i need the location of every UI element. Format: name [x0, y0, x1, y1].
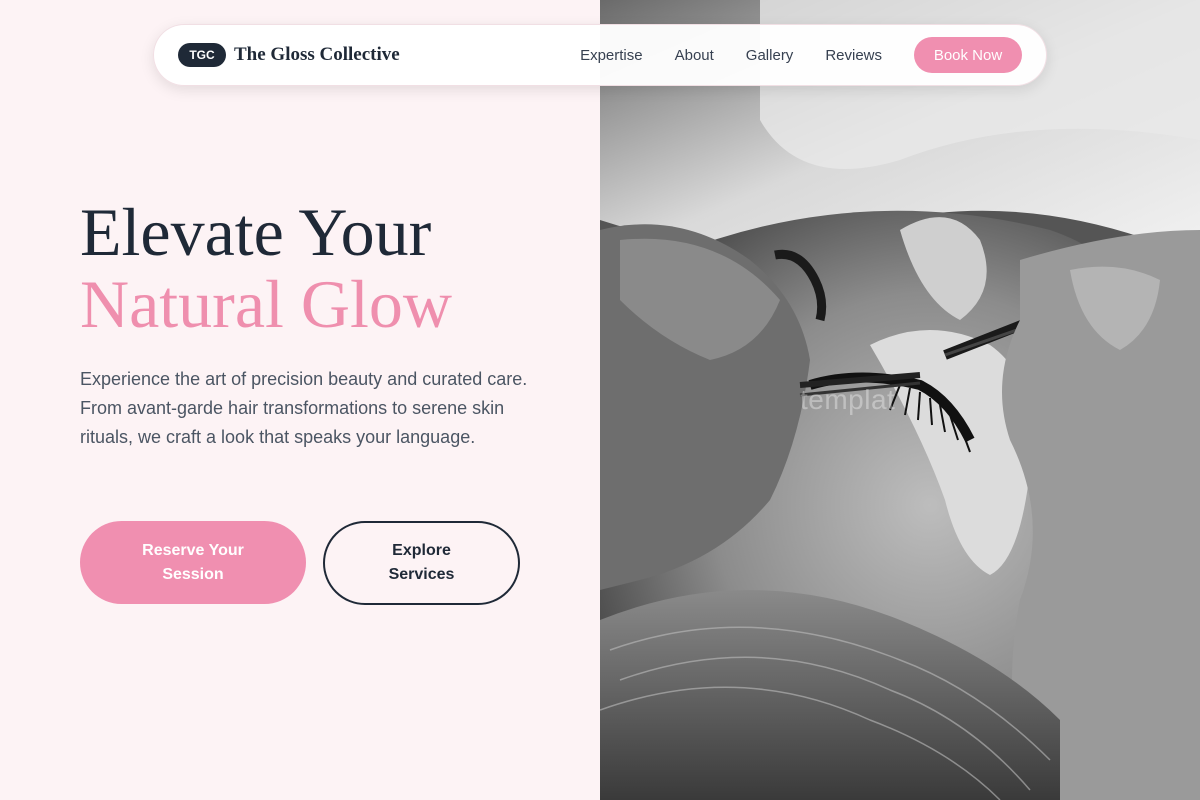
hero-heading-line-1: Elevate Your — [80, 194, 432, 270]
image-watermark: templat — [800, 384, 896, 415]
logo-badge: TGC — [178, 43, 226, 67]
explore-services-button[interactable]: Explore Services — [323, 521, 520, 605]
hero-image — [600, 0, 1200, 800]
hero-description: Experience the art of precision beauty a… — [80, 369, 528, 447]
top-navigation-bar: TGC The Gloss Collective Expertise About… — [153, 24, 1047, 86]
hero-heading-line-2: Natural Glow — [80, 266, 453, 342]
brand-name: The Gloss Collective — [234, 44, 400, 65]
book-now-button[interactable]: Book Now — [914, 37, 1022, 73]
nav-link-about[interactable]: About — [675, 47, 714, 64]
nav-links: Expertise About Gallery Reviews Book Now — [580, 37, 1022, 73]
landing-page: templat TGC The Gloss Collective Experti… — [0, 0, 1200, 800]
nav-link-expertise[interactable]: Expertise — [580, 47, 643, 64]
nav-link-reviews[interactable]: Reviews — [825, 47, 882, 64]
nav-link-gallery[interactable]: Gallery — [746, 47, 794, 64]
lash-extension-photo — [600, 0, 1200, 800]
hero-heading: Elevate Your Natural Glow — [80, 196, 452, 340]
brand[interactable]: TGC The Gloss Collective — [178, 43, 400, 67]
reserve-session-button[interactable]: Reserve Your Session — [80, 521, 306, 604]
